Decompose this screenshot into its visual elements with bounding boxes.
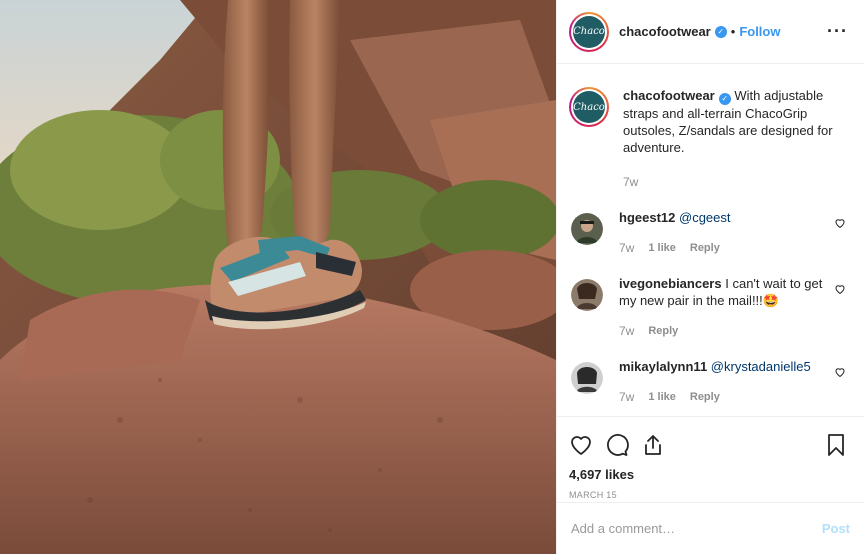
comment-username[interactable]: ivegonebiancers: [619, 276, 722, 291]
comment-username[interactable]: mikaylalynn11: [619, 359, 707, 374]
post-details-panel: Chaco chacofootwear ✓ • Follow ··· Chaco…: [556, 0, 864, 554]
comment-age[interactable]: 7w: [619, 389, 634, 406]
comments-list[interactable]: Chaco chacofootwear ✓ With adjustable str…: [557, 65, 864, 415]
reply-button[interactable]: Reply: [690, 240, 720, 257]
comment-likes[interactable]: 1 like: [648, 240, 676, 257]
comment-likes[interactable]: 1 like: [648, 389, 676, 406]
action-icons: [569, 425, 848, 465]
header-username[interactable]: chacofootwear: [619, 24, 711, 39]
post-actions: 4,697 likes MARCH 15: [557, 416, 864, 500]
chaco-logo: Chaco: [573, 91, 605, 123]
add-comment-bar: Post: [557, 502, 864, 554]
caption-age[interactable]: 7w: [623, 174, 638, 191]
like-comment-heart-icon[interactable]: [834, 283, 846, 295]
sandal-on-rock-image: [0, 0, 556, 554]
avatar[interactable]: [571, 361, 603, 394]
comment-text[interactable]: @krystadanielle5: [711, 359, 811, 374]
comment-item: ivegonebiancers I can't wait to get my n…: [569, 275, 848, 340]
caption-avatar[interactable]: Chaco: [569, 87, 609, 127]
comment-username[interactable]: hgeest12: [619, 210, 675, 225]
comment-item: hgeest12 @cgeest 7w 1 like Reply: [569, 209, 848, 257]
comment-age[interactable]: 7w: [619, 240, 634, 257]
verified-badge-icon: ✓: [714, 25, 727, 38]
comment-item: mikaylalynn11 @krystadanielle5 7w 1 like…: [569, 358, 848, 406]
post-date[interactable]: MARCH 15: [569, 490, 848, 500]
separator-dot: •: [730, 24, 736, 39]
comment-input[interactable]: [571, 521, 822, 536]
post-header: Chaco chacofootwear ✓ • Follow ···: [557, 0, 864, 64]
post-caption: Chaco chacofootwear ✓ With adjustable str…: [569, 87, 848, 191]
comment-age[interactable]: 7w: [619, 323, 634, 340]
avatar[interactable]: [571, 212, 603, 245]
comment-emoji: 🤩: [762, 292, 779, 308]
likes-count[interactable]: 4,697 likes: [569, 467, 848, 482]
like-comment-heart-icon[interactable]: [834, 366, 846, 378]
avatar[interactable]: Chaco: [569, 11, 609, 52]
like-comment-heart-icon[interactable]: [834, 217, 846, 229]
bookmark-save-icon[interactable]: [824, 433, 848, 457]
post-photo[interactable]: [0, 0, 556, 554]
comment-bubble-icon[interactable]: [605, 433, 629, 457]
caption-username[interactable]: chacofootwear: [623, 88, 715, 103]
reply-button[interactable]: Reply: [690, 389, 720, 406]
post-comment-button[interactable]: Post: [822, 521, 850, 536]
verified-badge-icon: ✓: [718, 92, 731, 105]
more-options-icon[interactable]: ···: [827, 21, 848, 42]
comment-text[interactable]: @cgeest: [679, 210, 731, 225]
follow-button[interactable]: Follow: [739, 24, 780, 39]
reply-button[interactable]: Reply: [648, 323, 678, 340]
chaco-logo: Chaco: [573, 15, 605, 48]
like-heart-icon[interactable]: [569, 433, 593, 457]
share-icon[interactable]: [641, 433, 665, 457]
avatar[interactable]: [571, 278, 603, 311]
instagram-post: Chaco chacofootwear ✓ • Follow ··· Chaco…: [0, 0, 864, 554]
